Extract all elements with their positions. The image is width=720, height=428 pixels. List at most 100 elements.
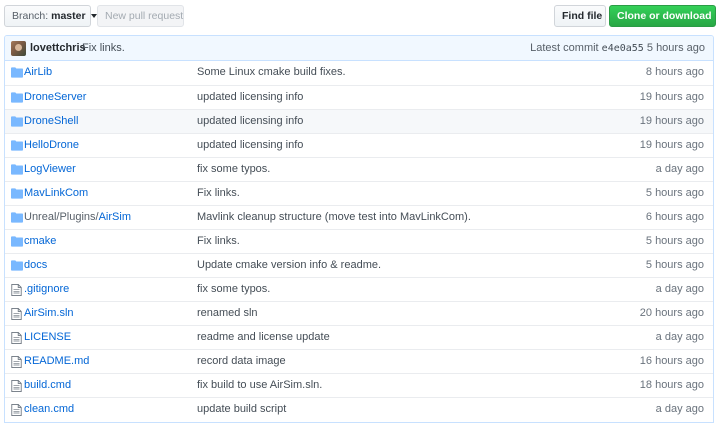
file-name-link[interactable]: AirLib <box>24 66 52 78</box>
file-name[interactable]: MavLinkCom <box>24 187 88 199</box>
file-name-link[interactable]: clean.cmd <box>24 403 74 415</box>
branch-name: master <box>51 10 86 22</box>
file-name-link[interactable]: MavLinkCom <box>24 187 88 199</box>
file-name[interactable]: cmake <box>24 235 56 247</box>
folder-icon <box>11 236 23 247</box>
file-icon <box>11 308 23 320</box>
commit-message-link[interactable]: renamed sln <box>197 307 258 319</box>
file-row[interactable]: cmake Fix links. 5 hours ago <box>5 229 713 253</box>
commit-message-link[interactable]: Fix links. <box>197 187 240 199</box>
file-rows: AirLib Some Linux cmake build fixes. 8 hou… <box>5 61 713 421</box>
file-row[interactable]: docs Update cmake version info & readme. 5… <box>5 253 713 277</box>
commit-age: 16 hours ago <box>639 355 704 367</box>
folder-icon <box>11 260 23 271</box>
clone-download-label: Clone or download <box>617 10 712 22</box>
file-row[interactable]: README.md record data image 16 hours ago <box>5 349 713 373</box>
file-name[interactable]: LogViewer <box>24 163 76 175</box>
file-name[interactable]: README.md <box>24 355 89 367</box>
file-row[interactable]: build.cmd fix build to use AirSim.sln. 18 … <box>5 373 713 397</box>
commit-message-link[interactable]: Fix links. <box>197 235 240 247</box>
repo-toolbar: Branch: master New pull request Find fil… <box>4 5 720 27</box>
commit-age: a day ago <box>655 163 704 175</box>
file-name-link[interactable]: AirSim.sln <box>24 307 74 319</box>
file-list: lovettchris Fix links. Latest commit e4e… <box>4 35 714 423</box>
commit-message-link[interactable]: updated licensing info <box>197 139 303 151</box>
file-row[interactable]: LogViewer fix some typos. a day ago <box>5 157 713 181</box>
file-name[interactable]: build.cmd <box>24 379 71 391</box>
file-name[interactable]: clean.cmd <box>24 403 74 415</box>
file-row[interactable]: DroneServer updated licensing info 19 hour… <box>5 85 713 109</box>
file-icon <box>11 332 23 344</box>
path-prefix[interactable]: Unreal/Plugins/ <box>24 211 99 223</box>
avatar[interactable] <box>11 41 26 56</box>
folder-icon <box>11 164 23 175</box>
file-name-link[interactable]: LICENSE <box>24 331 71 343</box>
folder-icon <box>11 67 23 78</box>
file-row[interactable]: clean.cmd update build script a day ago <box>5 397 713 421</box>
folder-icon <box>11 116 23 127</box>
commit-message-link[interactable]: fix build to use AirSim.sln. <box>197 379 322 391</box>
commit-age: 5 hours ago <box>645 235 704 247</box>
commit-message-link[interactable]: Some Linux cmake build fixes. <box>197 66 346 78</box>
commit-age: 5 hours ago <box>645 259 704 271</box>
commit-message-link[interactable]: Update cmake version info & readme. <box>197 259 381 271</box>
commit-sha[interactable]: e4e0a55 <box>602 43 644 54</box>
commit-message-link[interactable]: update build script <box>197 403 286 415</box>
file-name[interactable]: DroneShell <box>24 115 78 127</box>
folder-icon <box>11 140 23 151</box>
file-name-link[interactable]: docs <box>24 259 47 271</box>
commit-age: 19 hours ago <box>639 139 704 151</box>
file-name[interactable]: LICENSE <box>24 331 71 343</box>
clone-download-button[interactable]: Clone or download <box>609 5 720 27</box>
file-name-link[interactable]: Unreal/Plugins/AirSim <box>24 211 131 223</box>
folder-icon <box>11 212 23 223</box>
file-name-link[interactable]: LogViewer <box>24 163 76 175</box>
new-pull-request-button[interactable]: New pull request <box>97 5 184 27</box>
commit-message[interactable]: Fix links. <box>82 42 125 54</box>
file-name-link[interactable]: .gitignore <box>24 283 69 295</box>
file-row[interactable]: AirLib Some Linux cmake build fixes. 8 hou… <box>5 61 713 85</box>
commit-message-link[interactable]: fix some typos. <box>197 283 270 295</box>
find-file-button[interactable]: Find file <box>554 5 606 27</box>
commit-age: 5 hours ago <box>646 42 705 54</box>
file-row[interactable]: AirSim.sln renamed sln 20 hours ago <box>5 301 713 325</box>
file-name-link[interactable]: cmake <box>24 235 56 247</box>
file-icon <box>11 380 23 392</box>
file-row[interactable]: Unreal/Plugins/AirSim Mavlink cleanup str… <box>5 205 713 229</box>
file-name[interactable]: HelloDrone <box>24 139 79 151</box>
commit-age: 6 hours ago <box>645 211 704 223</box>
file-name-link[interactable]: DroneServer <box>24 91 86 103</box>
file-name[interactable]: DroneServer <box>24 91 86 103</box>
file-name[interactable]: .gitignore <box>24 283 69 295</box>
commit-author[interactable]: lovettchris <box>30 42 86 54</box>
commit-message-link[interactable]: readme and license update <box>197 331 330 343</box>
commit-age: 19 hours ago <box>639 115 704 127</box>
file-row[interactable]: MavLinkCom Fix links. 5 hours ago <box>5 181 713 205</box>
commit-message-link[interactable]: fix some typos. <box>197 163 270 175</box>
commit-message-link[interactable]: updated licensing info <box>197 91 303 103</box>
commit-age: a day ago <box>655 331 704 343</box>
file-row[interactable]: HelloDrone updated licensing info 19 hours… <box>5 133 713 157</box>
file-row[interactable]: DroneShell updated licensing info 19 hours… <box>5 109 713 133</box>
file-row[interactable]: LICENSE readme and license update a day ag… <box>5 325 713 349</box>
branch-prefix: Branch: <box>12 10 49 22</box>
commit-message-link[interactable]: record data image <box>197 355 286 367</box>
branch-select-button[interactable]: Branch: master <box>4 5 98 27</box>
commit-age: 5 hours ago <box>645 187 704 199</box>
file-icon <box>11 404 23 416</box>
latest-commit-label: Latest commit <box>530 42 599 54</box>
file-name-link[interactable]: DroneShell <box>24 115 78 127</box>
file-name[interactable]: AirLib <box>24 66 52 78</box>
file-name-link[interactable]: build.cmd <box>24 379 71 391</box>
file-name[interactable]: docs <box>24 259 47 271</box>
file-name[interactable]: AirSim <box>99 211 131 223</box>
commit-message-link[interactable]: updated licensing info <box>197 115 303 127</box>
commit-message-link[interactable]: Mavlink cleanup structure (move test int… <box>197 211 471 223</box>
file-icon <box>11 356 23 368</box>
commit-age: 19 hours ago <box>639 91 704 103</box>
file-name[interactable]: AirSim.sln <box>24 307 74 319</box>
file-name-link[interactable]: HelloDrone <box>24 139 79 151</box>
file-row[interactable]: .gitignore fix some typos. a day ago <box>5 277 713 301</box>
file-name-link[interactable]: README.md <box>24 355 89 367</box>
latest-commit-info: Latest commit e4e0a55 5 hours ago <box>530 42 705 54</box>
